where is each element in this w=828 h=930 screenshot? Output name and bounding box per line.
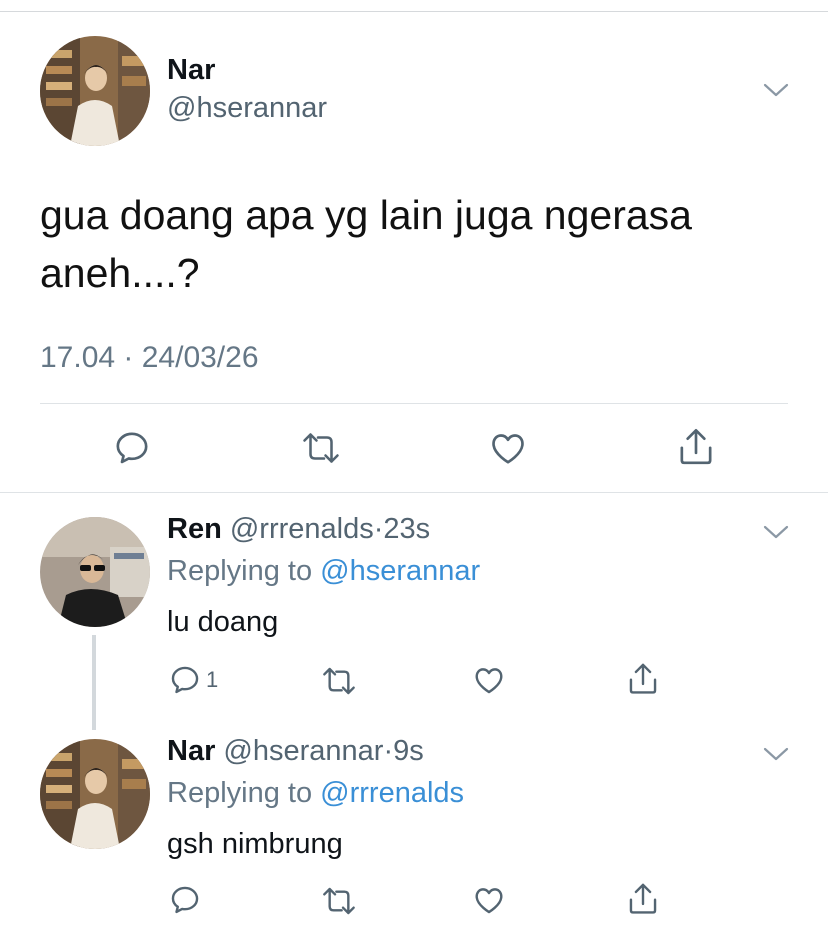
retweet-icon — [320, 885, 358, 917]
like-button[interactable] — [472, 883, 506, 917]
heart-icon — [472, 883, 506, 917]
separator: · — [373, 513, 384, 545]
thread-connector — [92, 635, 96, 730]
share-button[interactable] — [626, 881, 660, 917]
like-button[interactable] — [472, 663, 506, 697]
heart-icon — [488, 428, 528, 468]
replying-to: Replying to @rrrenalds — [167, 777, 464, 810]
replying-prefix: Replying to — [167, 555, 313, 587]
retweet-icon — [320, 665, 358, 697]
share-icon — [626, 881, 660, 917]
author-handle[interactable]: @hserannar — [167, 92, 327, 125]
separator: · — [383, 735, 394, 767]
mention-link[interactable]: @hserannar — [320, 555, 480, 587]
share-button[interactable] — [626, 661, 660, 697]
chevron-down-icon[interactable] — [763, 746, 789, 762]
share-icon — [676, 426, 716, 468]
chevron-down-icon[interactable] — [763, 82, 789, 98]
reply-button[interactable]: 1 — [168, 663, 218, 697]
reply-icon — [168, 663, 202, 697]
tweet-timestamp[interactable]: 17.04 · 24/03/26 — [40, 341, 259, 375]
share-button[interactable] — [676, 426, 716, 468]
retweet-icon — [300, 430, 342, 466]
like-button[interactable] — [488, 428, 528, 468]
tweet-text: gua doang apa yg lain juga ngerasa aneh.… — [40, 192, 692, 296]
avatar[interactable] — [40, 36, 150, 146]
reply-header: Ren @rrrenalds·23s — [167, 513, 430, 546]
author-name[interactable]: Nar — [167, 735, 215, 767]
reply-text: lu doang — [167, 606, 279, 638]
retweet-button[interactable] — [320, 665, 358, 697]
chevron-down-icon[interactable] — [763, 524, 789, 540]
section-divider — [0, 492, 828, 493]
reply-button[interactable] — [168, 883, 202, 917]
reply-button[interactable] — [112, 428, 152, 468]
mention-link[interactable]: @rrrenalds — [320, 777, 464, 809]
reply-icon — [112, 428, 152, 468]
reply-count: 1 — [206, 667, 219, 692]
reply-icon — [168, 883, 202, 917]
avatar[interactable] — [40, 517, 150, 627]
reply-header: Nar @hserannar·9s — [167, 735, 424, 768]
reply-time[interactable]: 23s — [383, 513, 430, 545]
avatar[interactable] — [40, 739, 150, 849]
author-handle[interactable]: @rrrenalds — [230, 513, 374, 545]
reply-text: gsh nimbrung — [167, 828, 343, 860]
divider — [40, 403, 788, 404]
heart-icon — [472, 663, 506, 697]
replying-prefix: Replying to — [167, 777, 313, 809]
retweet-button[interactable] — [320, 885, 358, 917]
top-divider — [0, 11, 828, 12]
replying-to: Replying to @hserannar — [167, 555, 480, 588]
reply-time[interactable]: 9s — [393, 735, 424, 767]
author-name[interactable]: Ren — [167, 513, 222, 545]
author-name[interactable]: Nar — [167, 54, 215, 87]
share-icon — [626, 661, 660, 697]
retweet-button[interactable] — [300, 430, 342, 466]
author-handle[interactable]: @hserannar — [223, 735, 383, 767]
